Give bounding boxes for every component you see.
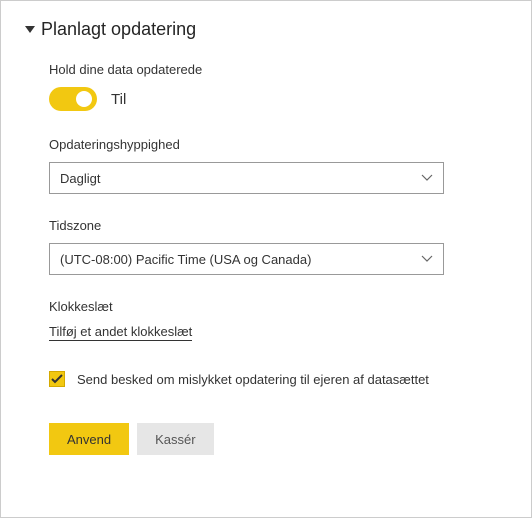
apply-button[interactable]: Anvend [49, 423, 129, 455]
notification-checkbox[interactable] [49, 371, 65, 387]
section-header[interactable]: Planlagt opdatering [25, 19, 507, 40]
timezone-label: Tidszone [49, 218, 507, 233]
time-label: Klokkeslæt [49, 299, 507, 314]
section-title: Planlagt opdatering [41, 19, 196, 40]
collapse-triangle-icon [25, 26, 35, 33]
frequency-value: Dagligt [60, 171, 100, 186]
keep-data-toggle[interactable] [49, 87, 97, 111]
frequency-select-wrapper: Dagligt [49, 162, 507, 194]
frequency-label: Opdateringshyppighed [49, 137, 507, 152]
button-row: Anvend Kassér [49, 423, 507, 455]
discard-button[interactable]: Kassér [137, 423, 213, 455]
toggle-state-label: Til [111, 91, 126, 108]
toggle-knob [76, 91, 92, 107]
add-time-link[interactable]: Tilføj et andet klokkeslæt [49, 324, 192, 341]
keep-data-label: Hold dine data opdaterede [49, 62, 507, 77]
timezone-value: (UTC-08:00) Pacific Time (USA og Canada) [60, 252, 311, 267]
chevron-down-icon [421, 174, 433, 182]
keep-data-toggle-row: Til [49, 87, 507, 111]
settings-content: Hold dine data opdaterede Til Opdatering… [25, 62, 507, 455]
chevron-down-icon [421, 255, 433, 263]
timezone-select[interactable]: (UTC-08:00) Pacific Time (USA og Canada) [49, 243, 444, 275]
checkmark-icon [51, 374, 63, 384]
notification-row: Send besked om mislykket opdatering til … [49, 371, 507, 387]
frequency-select[interactable]: Dagligt [49, 162, 444, 194]
notification-label: Send besked om mislykket opdatering til … [77, 372, 429, 387]
timezone-select-wrapper: (UTC-08:00) Pacific Time (USA og Canada) [49, 243, 507, 275]
